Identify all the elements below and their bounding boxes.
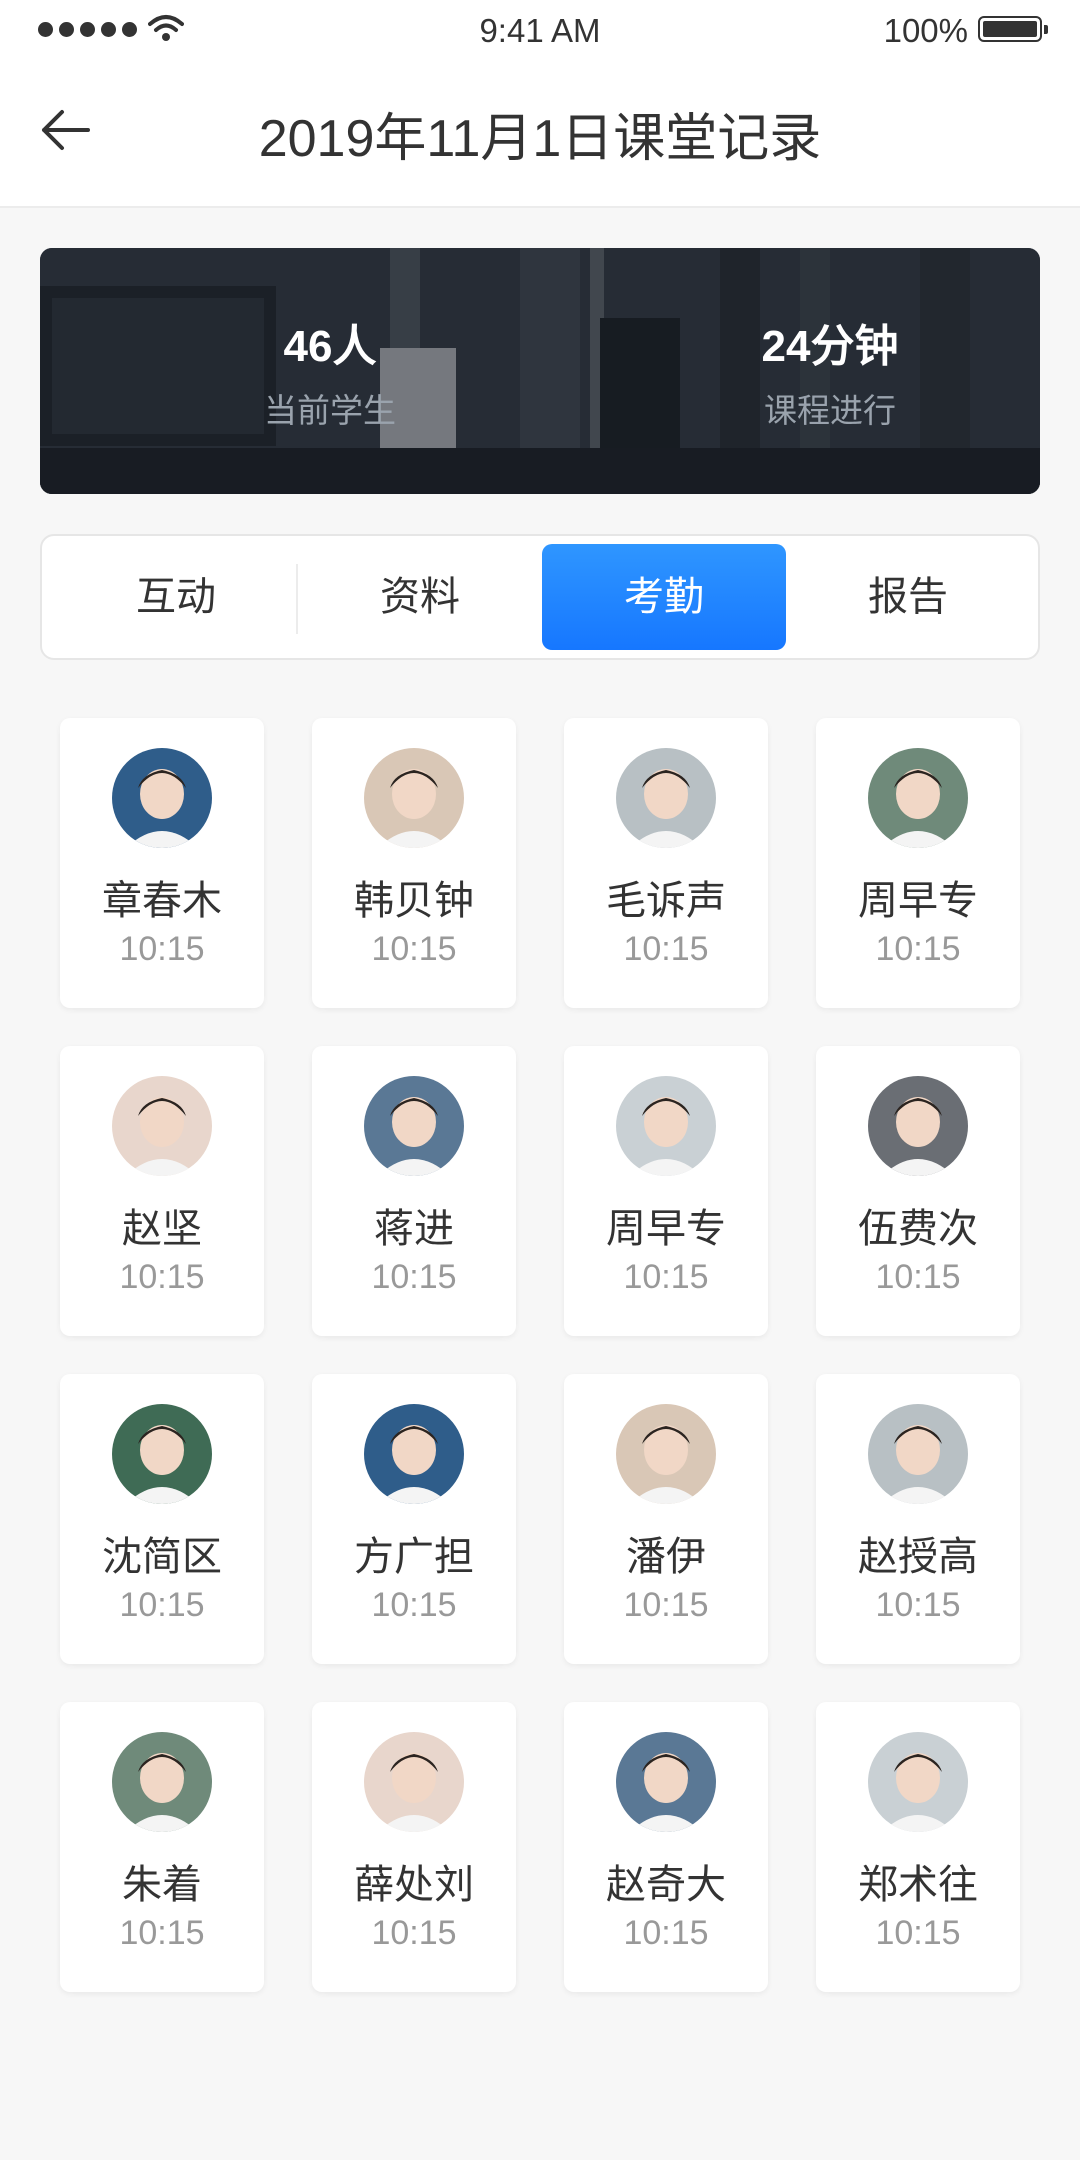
- avatar-photo-icon: [112, 748, 212, 848]
- student-count-label: 当前学生: [264, 392, 396, 429]
- avatar-photo-icon: [112, 1404, 212, 1504]
- check-in-time: 10:15: [119, 930, 205, 968]
- check-in-time: 10:15: [875, 1258, 961, 1296]
- student-name: 沈简区: [102, 1535, 222, 1579]
- student-avatar: [364, 748, 464, 848]
- avatar-photo-icon: [868, 748, 968, 848]
- student-card[interactable]: 韩贝钟 10:15: [312, 718, 516, 1008]
- tab-report[interactable]: 报告: [786, 544, 1030, 650]
- student-card[interactable]: 赵奇大 10:15: [564, 1702, 768, 1992]
- check-in-time: 10:15: [875, 930, 961, 968]
- student-name: 赵坚: [122, 1207, 202, 1251]
- check-in-time: 10:15: [371, 1914, 457, 1952]
- student-avatar: [616, 748, 716, 848]
- check-in-time: 10:15: [623, 1914, 709, 1952]
- avatar-photo-icon: [868, 1404, 968, 1504]
- student-name: 伍费次: [858, 1207, 978, 1251]
- avatar-photo-icon: [112, 1076, 212, 1176]
- student-card[interactable]: 方广担 10:15: [312, 1374, 516, 1664]
- page-title: 2019年11月1日课堂记录: [258, 110, 822, 168]
- student-avatar: [364, 1732, 464, 1832]
- tab-bar: 互动 资料 考勤 报告: [40, 534, 1040, 660]
- student-count-stat: 46人 当前学生: [205, 310, 455, 432]
- student-avatar: [868, 1732, 968, 1832]
- student-avatar: [616, 1076, 716, 1176]
- student-card[interactable]: 赵坚 10:15: [60, 1046, 264, 1336]
- student-name: 郑术往: [858, 1863, 978, 1907]
- battery-icon: [978, 16, 1048, 42]
- student-name: 赵授高: [858, 1535, 978, 1579]
- tab-interaction[interactable]: 互动: [54, 544, 298, 650]
- check-in-time: 10:15: [875, 1914, 961, 1952]
- check-in-time: 10:15: [119, 1914, 205, 1952]
- student-card[interactable]: 郑术往 10:15: [816, 1702, 1020, 1992]
- student-card[interactable]: 蒋进 10:15: [312, 1046, 516, 1336]
- check-in-time: 10:15: [875, 1586, 961, 1624]
- check-in-time: 10:15: [371, 930, 457, 968]
- student-avatar: [868, 1404, 968, 1504]
- student-name: 周早专: [858, 879, 978, 923]
- student-card[interactable]: 薛处刘 10:15: [312, 1702, 516, 1992]
- check-in-time: 10:15: [623, 1258, 709, 1296]
- student-name: 蒋进: [374, 1207, 454, 1251]
- avatar-photo-icon: [364, 1732, 464, 1832]
- student-card[interactable]: 沈简区 10:15: [60, 1374, 264, 1664]
- student-name: 赵奇大: [606, 1863, 726, 1907]
- check-in-time: 10:15: [119, 1258, 205, 1296]
- class-duration-stat: 24分钟 课程进行: [705, 310, 955, 432]
- avatar-photo-icon: [868, 1076, 968, 1176]
- student-avatar: [112, 1076, 212, 1176]
- student-avatar: [112, 1404, 212, 1504]
- student-name: 周早专: [606, 1207, 726, 1251]
- student-card[interactable]: 周早专 10:15: [564, 1046, 768, 1336]
- student-name: 毛诉声: [606, 879, 726, 923]
- tab-materials[interactable]: 资料: [298, 544, 542, 650]
- check-in-time: 10:15: [623, 1586, 709, 1624]
- tab-attendance[interactable]: 考勤: [542, 544, 786, 650]
- student-name: 潘伊: [626, 1535, 706, 1579]
- student-card[interactable]: 朱着 10:15: [60, 1702, 264, 1992]
- student-avatar: [616, 1732, 716, 1832]
- student-avatar: [364, 1076, 464, 1176]
- student-name: 朱着: [122, 1863, 202, 1907]
- avatar-photo-icon: [364, 748, 464, 848]
- student-count-value: 46人: [283, 322, 377, 371]
- class-summary-banner: 46人 当前学生 24分钟 课程进行: [40, 248, 1040, 494]
- avatar-photo-icon: [112, 1732, 212, 1832]
- student-avatar: [364, 1404, 464, 1504]
- avatar-photo-icon: [364, 1076, 464, 1176]
- student-card[interactable]: 章春木 10:15: [60, 718, 264, 1008]
- class-duration-value: 24分钟: [761, 322, 899, 371]
- check-in-time: 10:15: [119, 1586, 205, 1624]
- student-card[interactable]: 潘伊 10:15: [564, 1374, 768, 1664]
- student-name: 方广担: [354, 1535, 474, 1579]
- check-in-time: 10:15: [623, 930, 709, 968]
- avatar-photo-icon: [616, 1732, 716, 1832]
- student-card[interactable]: 周早专 10:15: [816, 718, 1020, 1008]
- check-in-time: 10:15: [371, 1258, 457, 1296]
- student-card[interactable]: 毛诉声 10:15: [564, 718, 768, 1008]
- student-name: 章春木: [102, 879, 222, 923]
- student-card[interactable]: 伍费次 10:15: [816, 1046, 1020, 1336]
- student-card[interactable]: 赵授高 10:15: [816, 1374, 1020, 1664]
- avatar-photo-icon: [616, 1404, 716, 1504]
- nav-bar: 2019年11月1日课堂记录: [0, 62, 1080, 208]
- student-avatar: [616, 1404, 716, 1504]
- avatar-photo-icon: [616, 1076, 716, 1176]
- student-name: 薛处刘: [354, 1863, 474, 1907]
- check-in-time: 10:15: [371, 1586, 457, 1624]
- student-avatar: [868, 1076, 968, 1176]
- student-avatar: [112, 748, 212, 848]
- student-name: 韩贝钟: [354, 879, 474, 923]
- avatar-photo-icon: [868, 1732, 968, 1832]
- avatar-photo-icon: [364, 1404, 464, 1504]
- student-avatar: [868, 748, 968, 848]
- battery-percentage: 100%: [883, 12, 968, 49]
- student-avatar: [112, 1732, 212, 1832]
- class-duration-label: 课程进行: [764, 392, 896, 429]
- status-bar: 9:41 AM 100%: [0, 0, 1080, 62]
- avatar-photo-icon: [616, 748, 716, 848]
